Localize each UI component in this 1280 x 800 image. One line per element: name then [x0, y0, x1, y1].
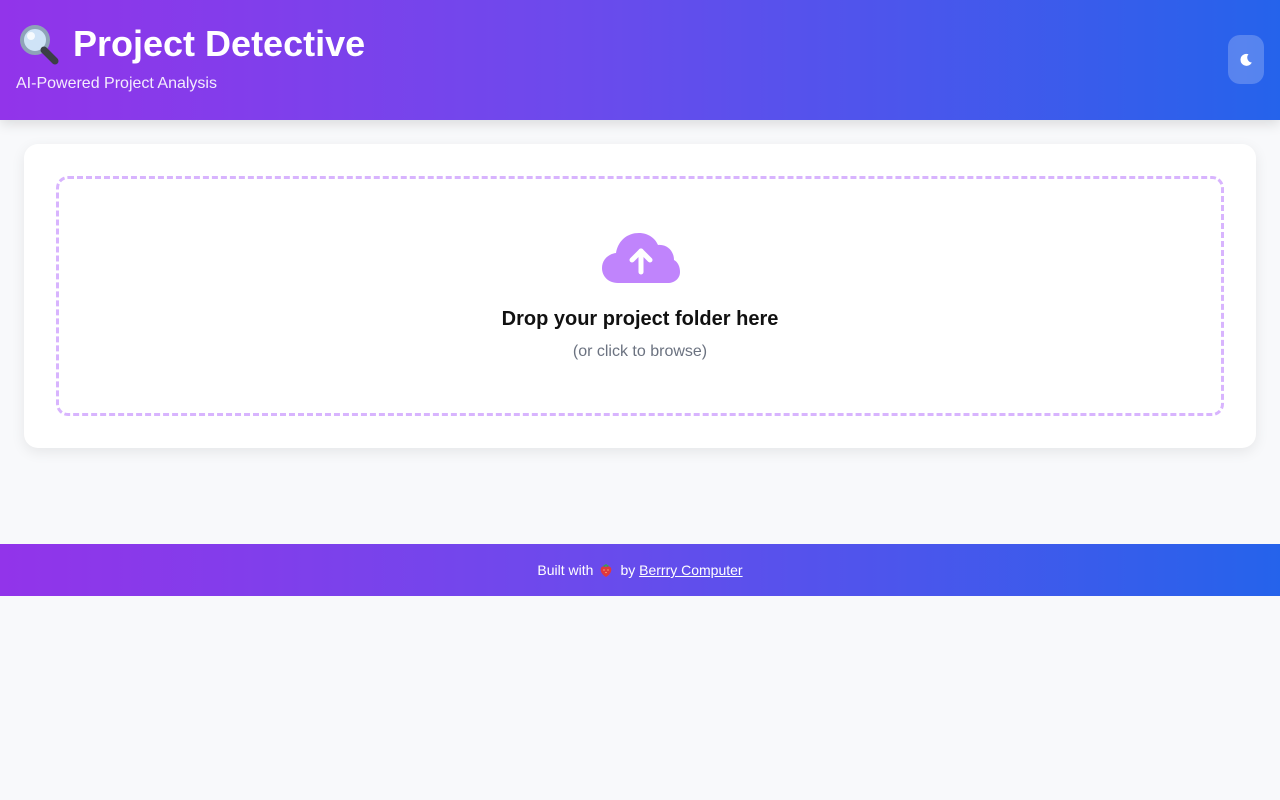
theme-toggle-button[interactable]	[1228, 35, 1264, 84]
app-footer: Built with by Berrry Computer	[0, 544, 1280, 596]
page-title: Project Detective	[73, 23, 366, 64]
strawberry-icon	[601, 564, 612, 577]
folder-dropzone[interactable]: Drop your project folder here (or click …	[56, 176, 1224, 416]
dropzone-title: Drop your project folder here	[501, 308, 779, 330]
footer-by: by	[620, 562, 636, 578]
berrry-computer-link[interactable]: Berrry Computer	[639, 562, 742, 578]
dropzone-subtitle: (or click to browse)	[572, 343, 708, 360]
upload-card: Drop your project folder here (or click …	[24, 144, 1256, 448]
app-header: Project Detective AI-Powered Project Ana…	[0, 0, 1280, 120]
title-row: Project Detective	[16, 22, 365, 66]
magnifying-glass-icon	[20, 25, 59, 65]
cloud-upload-icon	[602, 233, 680, 283]
footer-prefix: Built with	[537, 562, 594, 578]
page-subtitle: AI-Powered Project Analysis	[16, 75, 217, 92]
moon-icon	[1240, 53, 1252, 66]
